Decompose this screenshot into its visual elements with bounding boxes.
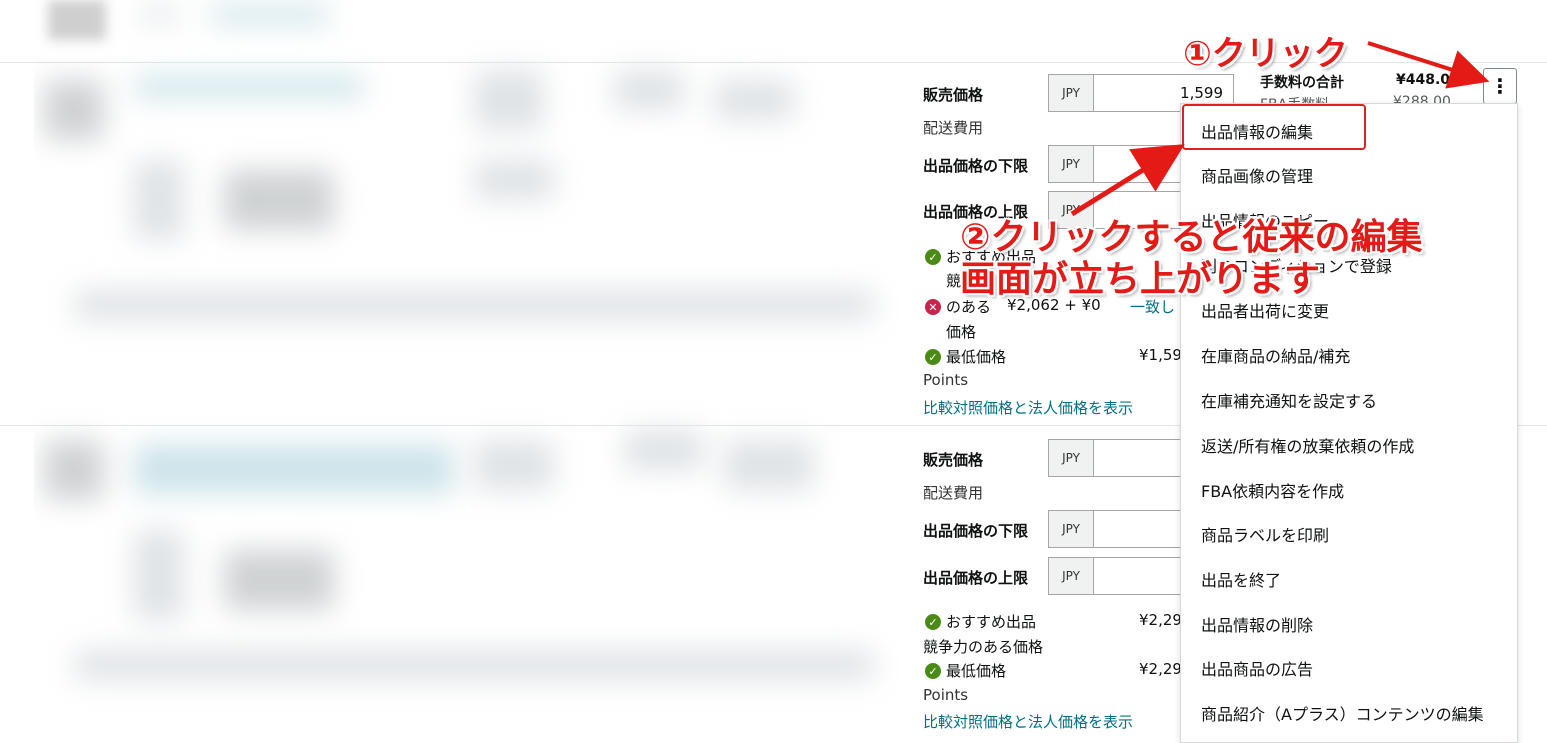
annotation-step2-line2: 画面が立ち上がります: [960, 259, 1321, 300]
arrow-to-kebab: [1367, 41, 1490, 89]
annotation-step1: ①クリック: [1183, 34, 1348, 74]
annotation-arrows: [1070, 41, 1490, 217]
annotation-step2-line1: ②クリックすると従来の編集: [960, 217, 1423, 258]
arrow-to-edit-item: [1070, 144, 1185, 217]
